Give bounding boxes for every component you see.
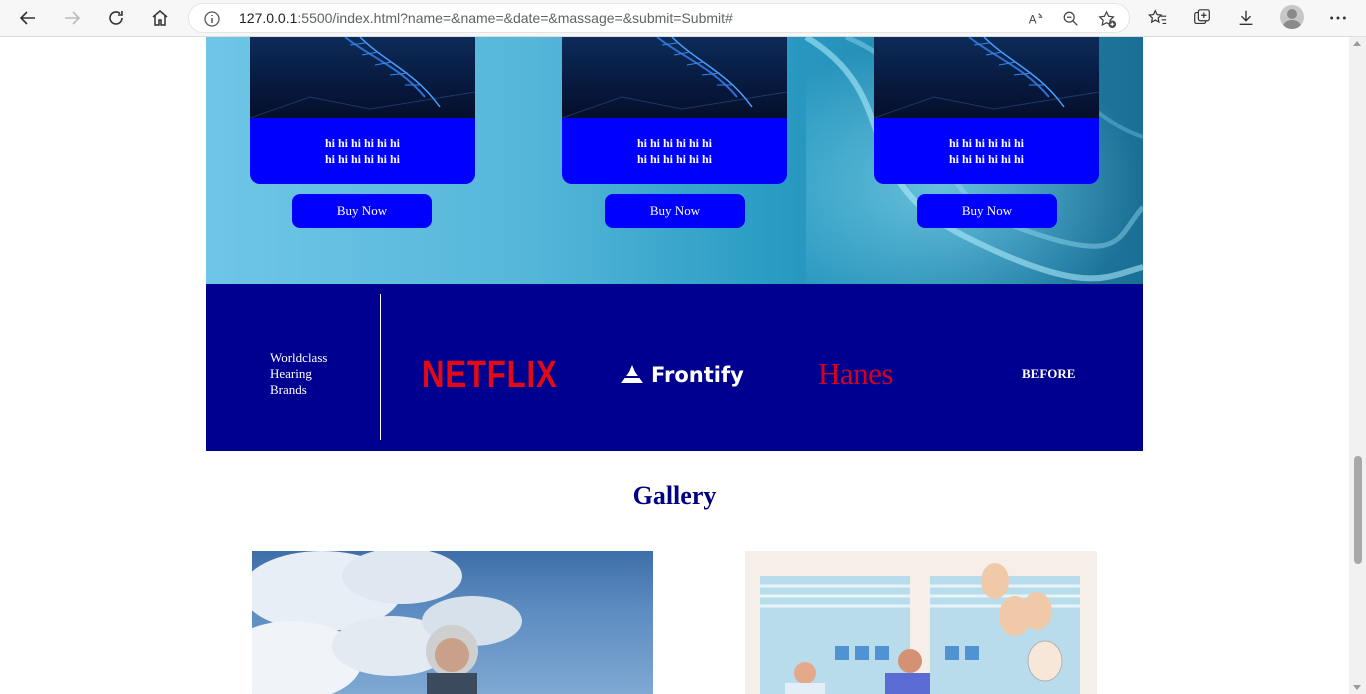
read-aloud-button[interactable]: A — [1026, 9, 1046, 29]
product-card: hi hi hi hi hi hi hi hi hi hi hi hi — [874, 37, 1099, 184]
product-text-line: hi hi hi hi hi hi — [948, 152, 1025, 166]
back-button[interactable] — [14, 4, 42, 32]
more-icon — [1330, 16, 1346, 20]
dna-image — [250, 37, 475, 118]
browser-toolbar: 127.0.0.1:5500/index.html?name=&name=&da… — [0, 0, 1366, 37]
brands-heading-line: Hearing — [270, 366, 312, 381]
brands-heading-line: Brands — [270, 382, 307, 397]
product-image — [874, 37, 1099, 118]
downloads-button[interactable] — [1233, 5, 1259, 31]
brands-heading-line: Worldclass — [270, 350, 328, 365]
forward-button[interactable] — [58, 4, 86, 32]
before-logo: BEFORE — [1022, 366, 1076, 381]
product-description: hi hi hi hi hi hi hi hi hi hi hi hi — [562, 118, 787, 184]
product-text-line: hi hi hi hi hi hi — [636, 152, 713, 166]
profile-icon[interactable] — [1280, 5, 1304, 29]
gallery-image-illustration — [745, 551, 1097, 694]
scroll-up-arrow[interactable] — [1353, 41, 1361, 46]
buy-now-button[interactable]: Buy Now — [292, 194, 432, 228]
download-icon — [1239, 10, 1253, 26]
gallery-title: Gallery — [632, 481, 717, 510]
product-description: hi hi hi hi hi hi hi hi hi hi hi hi — [874, 118, 1099, 184]
hanes-logo: Hanes — [818, 356, 893, 391]
read-aloud-icon: A — [1029, 13, 1043, 27]
forward-icon — [65, 11, 81, 25]
favorites-icon — [1148, 9, 1167, 25]
back-icon — [19, 11, 35, 25]
product-image — [562, 37, 787, 118]
url-host: 127.0.0.1 — [239, 10, 298, 26]
product-text-line: hi hi hi hi hi hi — [636, 136, 713, 150]
refresh-icon — [109, 11, 123, 25]
brands-heading: Worldclass Hearing Brands — [270, 350, 370, 398]
product-image — [250, 37, 475, 118]
scroll-thumb[interactable] — [1354, 456, 1362, 564]
collections-icon — [1194, 9, 1210, 25]
info-icon[interactable] — [203, 10, 221, 28]
frontify-icon — [621, 365, 643, 383]
frontify-logo-text: Frontify — [651, 363, 744, 387]
netflix-logo: NETFLIX — [422, 354, 558, 396]
scientist-photo — [252, 551, 522, 694]
home-button[interactable] — [146, 4, 174, 32]
url-text[interactable]: 127.0.0.1:5500/index.html?name=&name=&da… — [239, 10, 733, 26]
products-hero: hi hi hi hi hi hi hi hi hi hi hi hi Buy … — [206, 37, 1143, 284]
product-text-line: hi hi hi hi hi hi — [324, 136, 401, 150]
product-text-line: hi hi hi hi hi hi — [948, 136, 1025, 150]
product-description: hi hi hi hi hi hi hi hi hi hi hi hi — [250, 118, 475, 184]
scroll-down-arrow[interactable] — [1353, 685, 1361, 690]
address-bar[interactable]: 127.0.0.1:5500/index.html?name=&name=&da… — [188, 3, 1130, 33]
brands-band: Worldclass Hearing Brands NETFLIX Fronti… — [206, 284, 1143, 451]
product-text-line: hi hi hi hi hi hi — [324, 152, 401, 166]
hospital-illustration — [760, 563, 1080, 694]
svg-text:A: A — [1029, 14, 1037, 27]
more-button[interactable] — [1325, 5, 1351, 31]
vertical-scrollbar[interactable] — [1349, 37, 1366, 694]
frontify-logo: Frontify — [619, 363, 744, 387]
add-favorite-button[interactable] — [1097, 9, 1117, 29]
dna-image — [874, 37, 1099, 118]
product-card: hi hi hi hi hi hi hi hi hi hi hi hi — [562, 37, 787, 184]
refresh-button[interactable] — [102, 4, 130, 32]
favorites-button[interactable] — [1145, 5, 1171, 31]
buy-now-button[interactable]: Buy Now — [917, 194, 1057, 228]
buy-now-button[interactable]: Buy Now — [605, 194, 745, 228]
url-path: :5500/index.html?name=&name=&date=&massa… — [297, 10, 733, 26]
zoom-icon — [1063, 11, 1078, 26]
add-favorite-icon — [1097, 9, 1116, 28]
zoom-button[interactable] — [1061, 9, 1081, 29]
gallery-image-scientist — [252, 551, 653, 694]
dna-image — [562, 37, 787, 118]
product-card: hi hi hi hi hi hi hi hi hi hi hi hi — [250, 37, 475, 184]
collections-button[interactable] — [1189, 5, 1215, 31]
home-icon — [152, 10, 168, 26]
vertical-divider — [380, 294, 381, 440]
